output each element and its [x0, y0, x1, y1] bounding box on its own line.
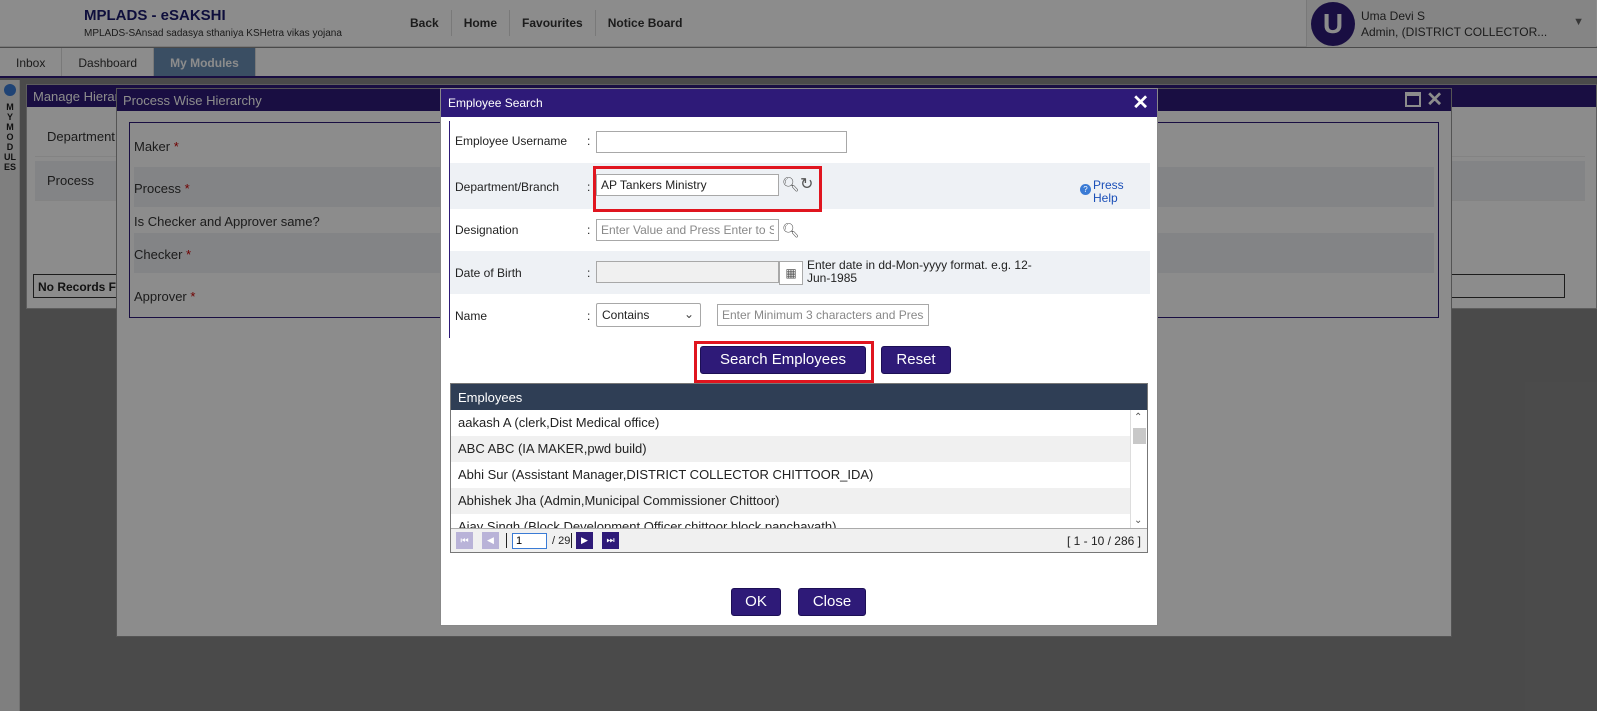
list-item[interactable]: Abhi Sur (Assistant Manager,DISTRICT COL… [451, 462, 1131, 488]
grid-title: Employees [451, 384, 1147, 410]
record-count: [ 1 - 10 / 286 ] [1066, 534, 1141, 548]
page-number-input[interactable] [512, 533, 547, 549]
total-pages: / 29 [552, 535, 571, 547]
last-page-icon[interactable]: ⏭ [602, 532, 619, 549]
dob-row: Date of Birth : ▦ Enter date in dd-Mon-y… [450, 251, 1150, 294]
designation-input[interactable] [596, 219, 779, 241]
username-label: Employee Username [455, 134, 568, 148]
first-page-icon[interactable]: ⏮ [456, 532, 473, 549]
department-row: Department/Branch : 🔍︎ ↻ ? Press Help [450, 163, 1150, 212]
colon: : [587, 180, 591, 194]
designation-label: Designation [455, 223, 519, 237]
colon: : [587, 134, 591, 148]
name-match-select[interactable]: Contains ⌄ [596, 303, 701, 327]
dob-label: Date of Birth [455, 266, 522, 280]
list-item[interactable]: aakash A (clerk,Dist Medical office) [451, 410, 1131, 436]
colon: : [587, 266, 591, 280]
department-input[interactable] [596, 174, 779, 196]
list-item[interactable]: Abhishek Jha (Admin,Municipal Commission… [451, 488, 1131, 514]
list-item[interactable]: Ajay Singh (Block Development Officer,ch… [451, 514, 1131, 528]
divider [506, 533, 507, 548]
dialog-titlebar: Employee Search ✕ [441, 89, 1157, 117]
designation-row: Designation : 🔍︎ [450, 209, 1150, 251]
prev-page-icon[interactable]: ◀ [482, 532, 499, 549]
close-icon[interactable]: ✕ [1132, 91, 1149, 115]
name-label: Name [455, 309, 488, 323]
search-employees-button[interactable]: Search Employees [700, 346, 866, 374]
employee-search-dialog: Employee Search ✕ Employee Username : De… [440, 88, 1158, 626]
pager: ⏮ ◀ / 29 ▶ ⏭ [ 1 - 10 / 286 ] [451, 528, 1147, 552]
scroll-up-icon[interactable]: ⌃ [1134, 412, 1142, 423]
scroll-thumb[interactable] [1133, 428, 1146, 444]
scroll-down-icon[interactable]: ⌄ [1134, 515, 1142, 526]
colon: : [587, 309, 591, 323]
next-page-icon[interactable]: ▶ [576, 532, 593, 549]
divider [571, 533, 572, 548]
scrollbar[interactable]: ⌃ ⌄ [1130, 410, 1147, 528]
colon: : [587, 223, 591, 237]
close-button[interactable]: Close [798, 588, 866, 616]
dob-input[interactable] [596, 261, 779, 283]
ok-button[interactable]: OK [731, 588, 781, 616]
dialog-title: Employee Search [448, 96, 543, 110]
list-item[interactable]: ABC ABC (IA MAKER,pwd build) [451, 436, 1131, 462]
reset-button[interactable]: Reset [881, 346, 951, 374]
refresh-icon[interactable]: ↻ [800, 174, 813, 194]
name-row: Name : Contains ⌄ [450, 294, 1150, 338]
help-icon[interactable]: ? [1080, 184, 1091, 195]
username-row: Employee Username : [450, 121, 1150, 163]
department-label: Department/Branch [455, 180, 560, 194]
calendar-icon[interactable]: ▦ [779, 261, 803, 285]
employee-list: aakash A (clerk,Dist Medical office) ABC… [451, 410, 1131, 528]
name-input[interactable] [717, 304, 929, 326]
search-icon[interactable]: 🔍︎ [782, 222, 800, 239]
search-icon[interactable]: 🔍︎ [782, 176, 800, 193]
chevron-down-icon: ⌄ [683, 307, 694, 321]
employees-grid: Employees aakash A (clerk,Dist Medical o… [450, 383, 1148, 553]
username-input[interactable] [596, 131, 847, 153]
name-match-value: Contains [602, 308, 650, 322]
help-link[interactable]: Press Help [1093, 179, 1133, 205]
employee-search-form: Employee Username : Department/Branch : … [449, 121, 1150, 338]
dob-hint: Enter date in dd-Mon-yyyy format. e.g. 1… [807, 258, 1032, 285]
